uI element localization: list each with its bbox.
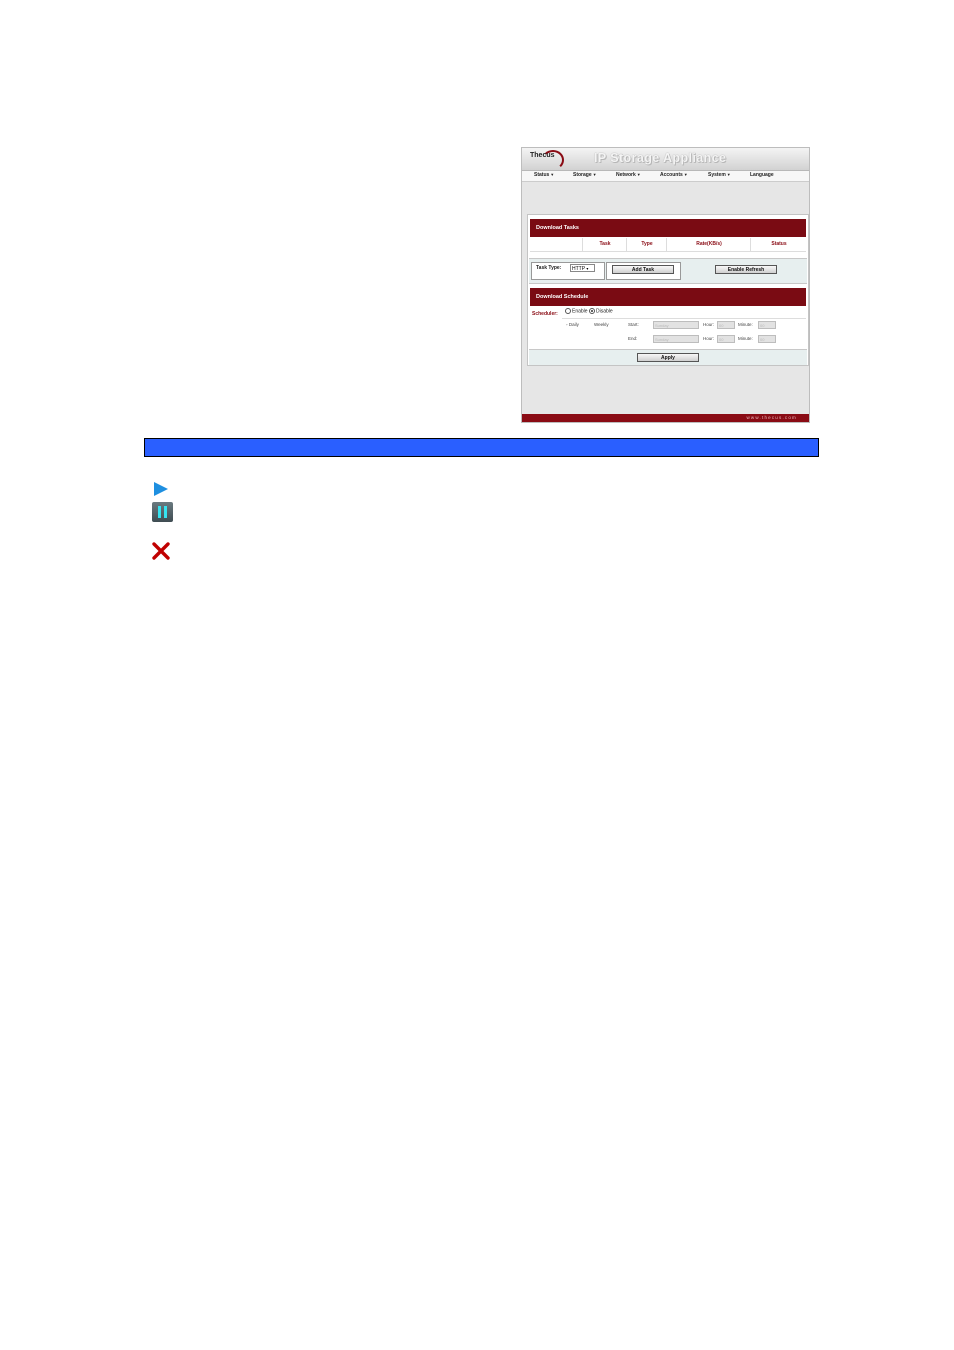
end-hour-label: Hour: xyxy=(703,336,715,341)
schedule-grid: ◦ Daily Weekly Start: Sunday Hour: 00 Mi… xyxy=(562,318,806,346)
weekly-label[interactable]: Weekly xyxy=(594,322,609,327)
end-minute-select[interactable]: 00 xyxy=(758,335,776,343)
menu-status[interactable]: Status▼ xyxy=(534,172,554,178)
delete-icon xyxy=(152,542,170,560)
app-footer: www.thecus.com xyxy=(522,414,809,422)
end-minute-label: Minute: xyxy=(738,336,753,341)
menu-label: Status xyxy=(534,172,550,178)
column-type[interactable]: Type xyxy=(626,238,667,251)
menu-storage[interactable]: Storage▼ xyxy=(573,172,597,178)
daily-option[interactable]: ◦ Daily xyxy=(566,322,579,327)
scheduler-enable-radio[interactable] xyxy=(565,308,571,314)
download-schedule-heading: Download Schedule xyxy=(530,288,806,306)
apply-bar: Apply xyxy=(529,349,807,365)
download-tasks-table-header: Task Type Rate(KB/s) Status xyxy=(530,238,806,252)
start-hour-select[interactable]: 00 xyxy=(717,321,735,329)
footer-url: www.thecus.com xyxy=(746,415,797,420)
menu-label: Language xyxy=(750,172,774,178)
menu-accounts[interactable]: Accounts▼ xyxy=(660,172,688,178)
scheduler-label: Scheduler: xyxy=(532,311,558,317)
chevron-down-icon: ▼ xyxy=(726,172,731,177)
column-task[interactable]: Task xyxy=(582,238,627,251)
download-tasks-heading: Download Tasks xyxy=(530,219,806,237)
pause-icon xyxy=(152,502,173,522)
app-logo: Thecus xyxy=(530,152,555,159)
download-panel: Download Tasks Task Type Rate(KB/s) Stat… xyxy=(527,214,809,366)
scheduler-radio-group: Enable Disable xyxy=(565,308,613,314)
task-type-label: Task Type: xyxy=(536,265,562,271)
start-minute-select[interactable]: 00 xyxy=(758,321,776,329)
end-day-select[interactable]: Sunday xyxy=(653,335,699,343)
start-day-select[interactable]: Sunday xyxy=(653,321,699,329)
appliance-screenshot: Thecus IP Storage Appliance Status▼ Stor… xyxy=(521,147,810,423)
daily-label: Daily xyxy=(568,322,579,327)
task-toolbar: Task Type: HTTP ▾ Add Task Enable Refres… xyxy=(529,258,807,284)
menu-network[interactable]: Network▼ xyxy=(616,172,641,178)
main-menu: Status▼ Storage▼ Network▼ Accounts▼ Syst… xyxy=(522,171,809,182)
scheduler-disable-label: Disable xyxy=(595,308,613,315)
app-title: IP Storage Appliance xyxy=(594,151,727,165)
chevron-down-icon: ▼ xyxy=(550,172,555,177)
start-label: Start: xyxy=(628,322,639,327)
scheduler-disable-radio[interactable] xyxy=(588,308,595,314)
chevron-down-icon: ▾ xyxy=(586,266,589,271)
task-type-select[interactable]: HTTP ▾ xyxy=(570,264,595,272)
menu-language[interactable]: Language xyxy=(750,172,774,178)
end-hour-select[interactable]: 00 xyxy=(717,335,735,343)
menu-label: Storage xyxy=(573,172,592,178)
menu-label: Network xyxy=(616,172,636,178)
start-minute-label: Minute: xyxy=(738,322,753,327)
highlight-bar xyxy=(144,438,819,457)
task-type-value: HTTP xyxy=(572,266,585,272)
menu-label: Accounts xyxy=(660,172,683,178)
column-rate[interactable]: Rate(KB/s) xyxy=(666,238,751,251)
play-icon xyxy=(154,482,168,496)
chevron-down-icon: ▼ xyxy=(683,172,688,177)
menu-system[interactable]: System▼ xyxy=(708,172,731,178)
scheduler-enable-label: Enable xyxy=(572,308,588,315)
app-banner: Thecus IP Storage Appliance xyxy=(522,148,809,171)
end-label: End: xyxy=(628,336,638,341)
apply-button[interactable]: Apply xyxy=(637,353,699,362)
chevron-down-icon: ▼ xyxy=(636,172,641,177)
menu-label: System xyxy=(708,172,726,178)
chevron-down-icon: ▼ xyxy=(592,172,597,177)
enable-refresh-button[interactable]: Enable Refresh xyxy=(715,265,777,274)
add-task-button[interactable]: Add Task xyxy=(612,265,674,274)
start-hour-label: Hour: xyxy=(703,322,715,327)
column-status[interactable]: Status xyxy=(750,238,807,251)
